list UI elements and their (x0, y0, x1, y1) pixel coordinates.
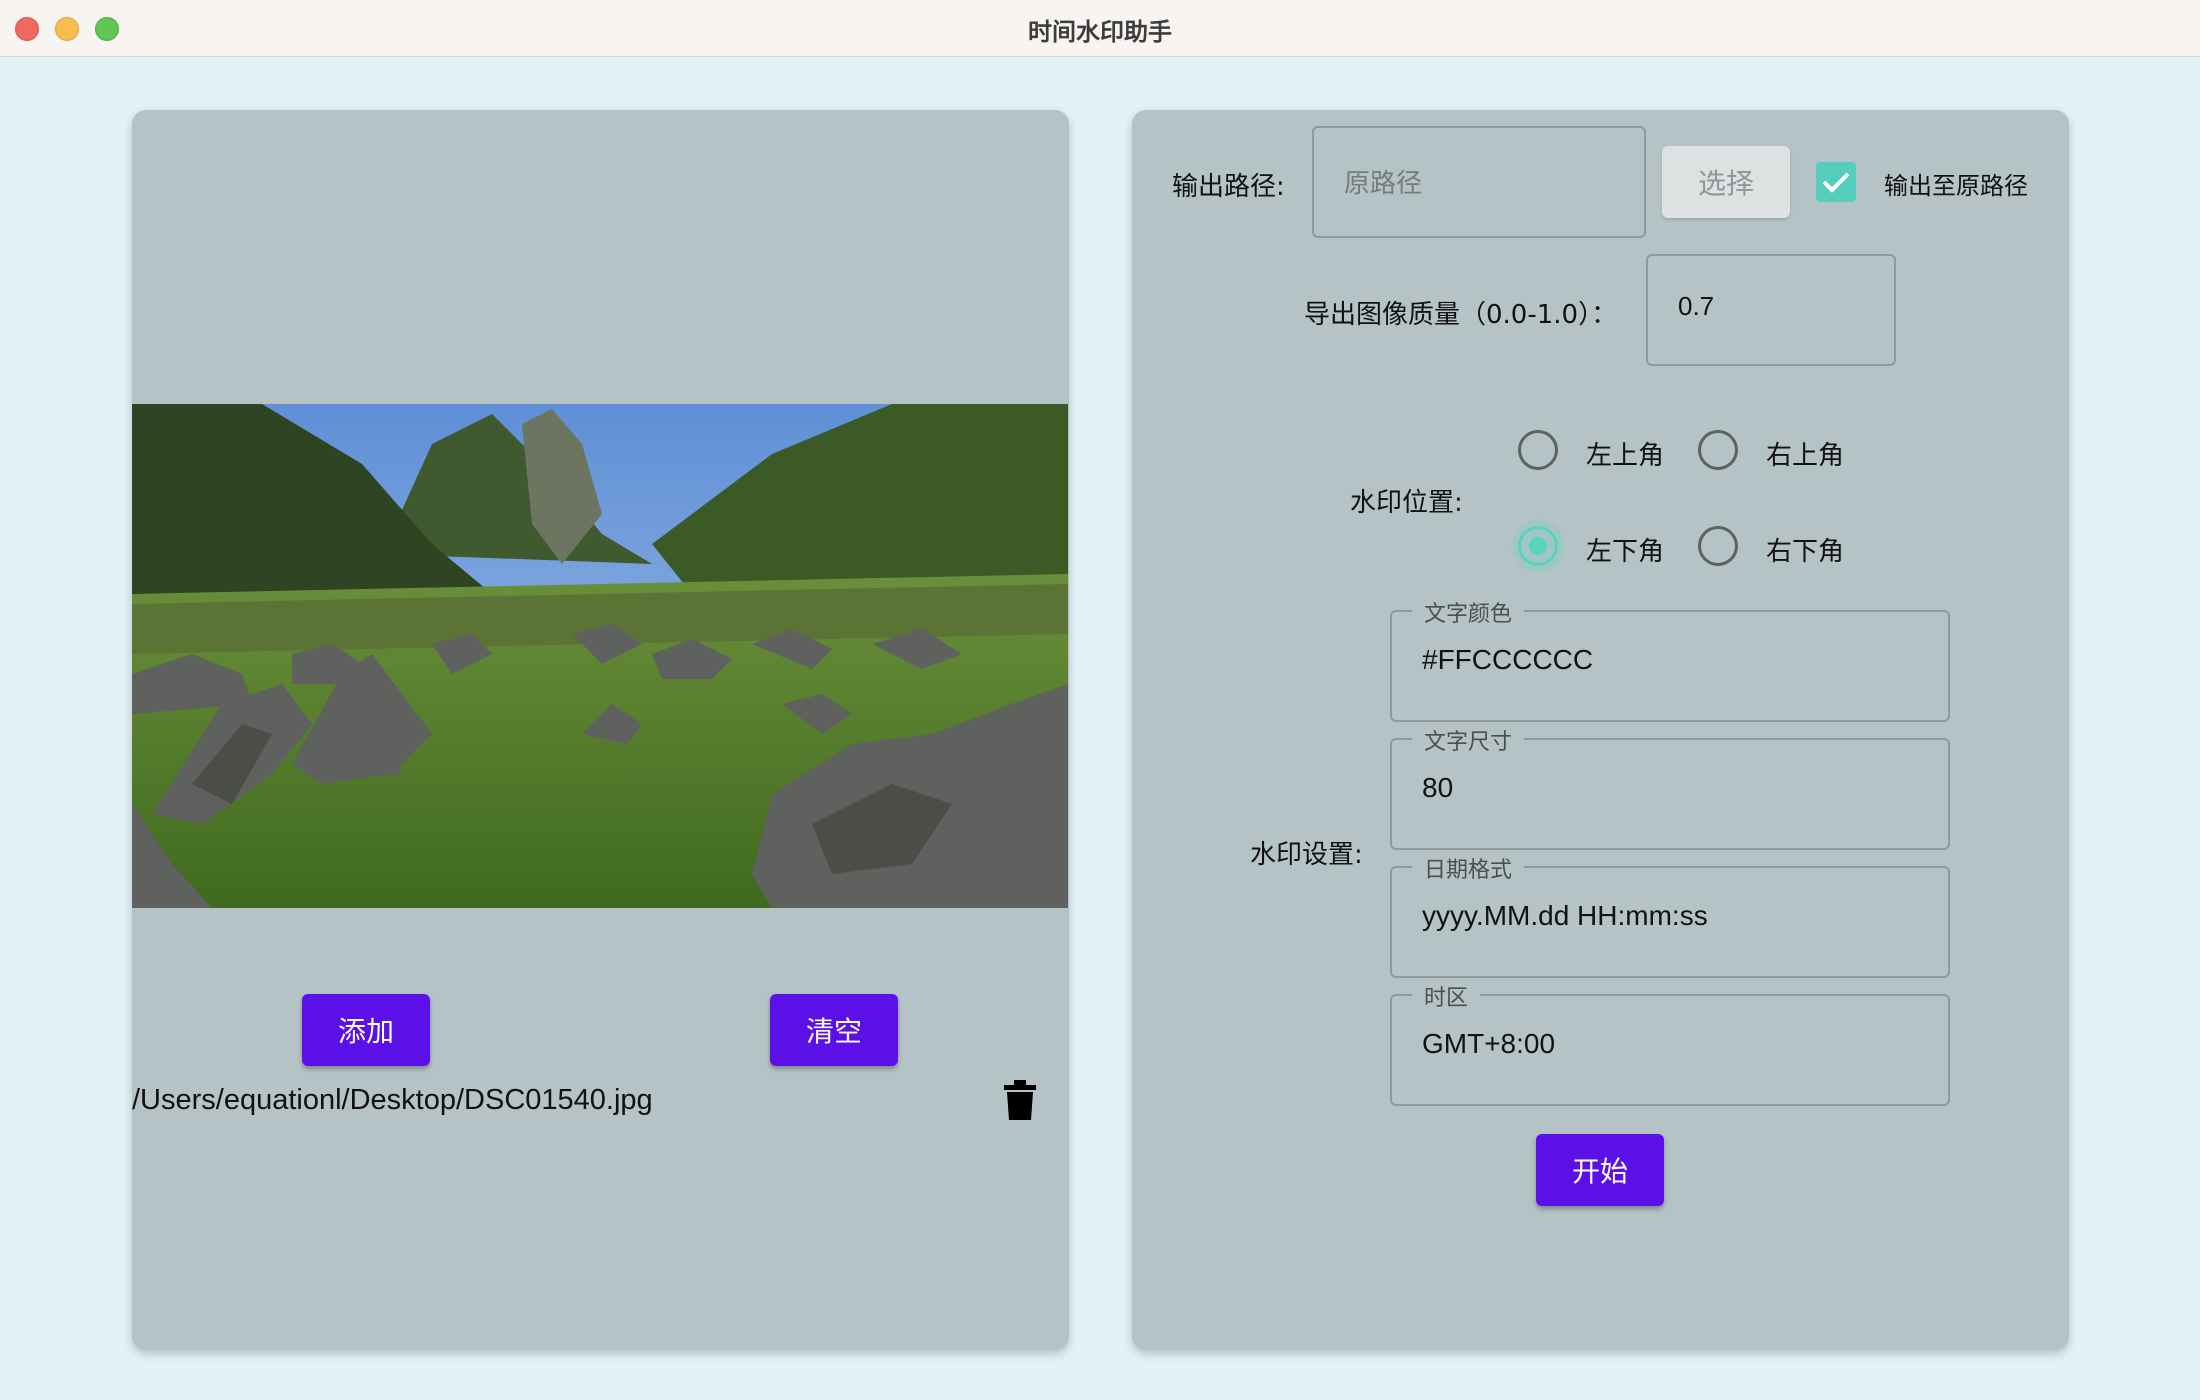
radio-top-right[interactable] (1698, 430, 1738, 470)
image-preview (132, 404, 1068, 908)
output-path-placeholder: 原路径 (1344, 168, 1423, 198)
radio-bottom-right-label: 右下角 (1766, 537, 1845, 567)
text-size-value: 80 (1422, 772, 1454, 803)
radio-bottom-left[interactable] (1511, 519, 1565, 573)
file-list-item-path: /Users/equationl/Desktop/DSC01540.jpg (132, 1084, 653, 1116)
radio-top-right-label: 右上角 (1766, 441, 1845, 471)
title-bar: 时间水印助手 (0, 0, 2200, 57)
timezone-legend: 时区 (1412, 980, 1481, 1012)
radio-bottom-right[interactable] (1698, 526, 1738, 566)
start-button[interactable]: 开始 (1536, 1134, 1664, 1206)
quality-value: 0.7 (1678, 291, 1715, 321)
trash-icon[interactable] (1004, 1080, 1036, 1120)
text-color-field[interactable]: 文字颜色 #FFCCCCCC (1390, 596, 1950, 722)
quality-label: 导出图像质量（0.0-1.0）： (1304, 300, 1618, 330)
date-format-legend: 日期格式 (1412, 852, 1525, 884)
settings-panel: 输出路径: 原路径 选择 输出至原路径 导出图像质量（0.0-1.0）： 0.7… (1132, 110, 2069, 1350)
timezone-field[interactable]: 时区 GMT+8:00 (1390, 980, 1950, 1106)
output-original-label: 输出至原路径 (1884, 172, 2028, 200)
radio-top-left[interactable] (1518, 430, 1558, 470)
date-format-field[interactable]: 日期格式 yyyy.MM.dd HH:mm:ss (1390, 852, 1950, 978)
output-path-input[interactable]: 原路径 (1312, 126, 1646, 238)
position-label: 水印位置: (1350, 488, 1463, 518)
choose-path-button[interactable]: 选择 (1662, 146, 1790, 218)
window-title: 时间水印助手 (1028, 18, 1172, 46)
checkmark-icon (1822, 172, 1850, 193)
landscape-photo (132, 404, 1068, 908)
quality-input[interactable]: 0.7 (1646, 254, 1896, 366)
output-original-checkbox[interactable] (1816, 162, 1856, 202)
image-panel: 添加 清空 /Users/equationl/Desktop/DSC01540.… (132, 110, 1069, 1350)
text-color-value: #FFCCCCCC (1422, 644, 1594, 675)
timezone-value: GMT+8:00 (1422, 1028, 1556, 1059)
text-size-field[interactable]: 文字尺寸 80 (1390, 724, 1950, 850)
date-format-value: yyyy.MM.dd HH:mm:ss (1422, 900, 1708, 931)
watermark-settings-label: 水印设置: (1250, 840, 1363, 870)
text-color-legend: 文字颜色 (1412, 596, 1525, 628)
radio-bottom-left-label: 左下角 (1586, 537, 1665, 567)
text-size-legend: 文字尺寸 (1412, 724, 1525, 756)
clear-button[interactable]: 清空 (770, 994, 898, 1066)
radio-top-left-label: 左上角 (1586, 441, 1665, 471)
output-path-label: 输出路径: (1172, 172, 1285, 202)
add-button[interactable]: 添加 (302, 994, 430, 1066)
